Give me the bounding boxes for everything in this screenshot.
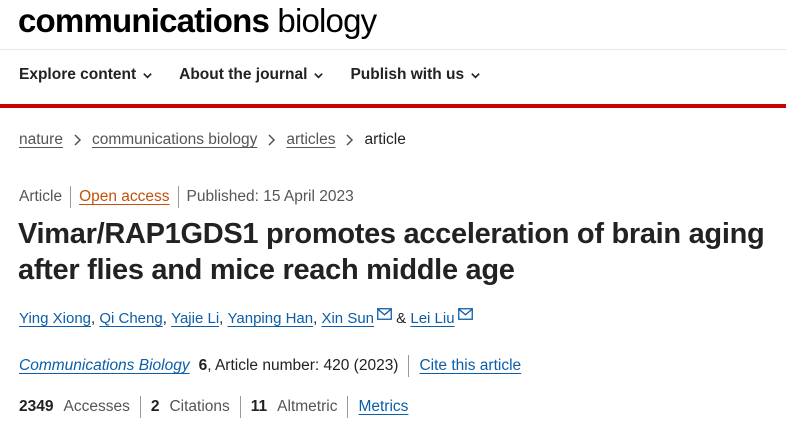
- author-link[interactable]: Yanping Han: [228, 310, 314, 327]
- logo-word-communications: communications: [18, 2, 270, 39]
- chevron-down-icon: [471, 72, 480, 79]
- volume-number: 6: [198, 357, 208, 374]
- author-link[interactable]: Xin Sun: [321, 310, 374, 327]
- breadcrumb-communications-biology[interactable]: communications biology: [92, 131, 257, 149]
- author-separator: ,: [162, 310, 172, 327]
- accesses-label: Accesses: [63, 398, 130, 415]
- accent-bar: [0, 104, 786, 108]
- nav-explore-content[interactable]: Explore content: [19, 66, 153, 84]
- divider: [239, 396, 241, 418]
- divider: [177, 186, 179, 208]
- article-title: Vimar/RAP1GDS1 promotes acceleration of …: [18, 218, 765, 286]
- nav-publish-with-us[interactable]: Publish with us: [350, 66, 481, 84]
- author-separator: ,: [219, 310, 228, 327]
- breadcrumb: nature communications biology articles a…: [19, 131, 406, 149]
- citations-label: Citations: [169, 398, 230, 415]
- article-meta: Article Open access Published: 15 April …: [19, 186, 354, 208]
- altmetric-label: Altmetric: [277, 398, 338, 415]
- main-nav: Explore content About the journal Publis…: [19, 66, 481, 84]
- nav-about-journal[interactable]: About the journal: [179, 66, 324, 84]
- cite-this-article-link[interactable]: Cite this article: [419, 357, 521, 375]
- logo-word-biology: biology: [277, 2, 377, 39]
- site-logo[interactable]: communications biology: [18, 2, 377, 40]
- author-list: Ying Xiong, Qi Cheng, Yajie Li, Yanping …: [19, 307, 473, 327]
- header-divider: [0, 49, 786, 50]
- divider: [347, 396, 349, 418]
- breadcrumb-current: article: [364, 131, 406, 148]
- mail-icon[interactable]: [457, 307, 473, 320]
- author-separator: &: [392, 310, 411, 327]
- published-date: Published: 15 April 2023: [186, 188, 354, 205]
- author-link[interactable]: Yajie Li: [171, 310, 219, 327]
- chevron-down-icon: [143, 72, 152, 79]
- divider: [70, 186, 72, 208]
- author-separator: ,: [91, 310, 100, 327]
- author-link[interactable]: Lei Liu: [410, 310, 454, 327]
- mail-icon[interactable]: [377, 307, 392, 320]
- chevron-right-icon: [346, 134, 354, 146]
- author-link[interactable]: Qi Cheng: [99, 310, 162, 327]
- author-link[interactable]: Ying Xiong: [19, 310, 91, 327]
- chevron-right-icon: [74, 134, 82, 146]
- altmetric-count: 11: [250, 398, 268, 415]
- chevron-down-icon: [314, 72, 324, 79]
- citation-line: Communications Biology 6 , Article numbe…: [19, 355, 521, 377]
- article-metrics: 2349 Accesses 2 Citations 11 Altmetric M…: [19, 396, 408, 418]
- breadcrumb-articles[interactable]: articles: [286, 131, 335, 149]
- article-number: , Article number: 420 (2023): [207, 357, 399, 374]
- divider: [139, 396, 141, 418]
- journal-link[interactable]: Communications Biology: [19, 357, 190, 375]
- citations-count: 2: [150, 398, 160, 415]
- divider: [408, 355, 410, 377]
- breadcrumb-nature[interactable]: nature: [19, 131, 63, 149]
- chevron-right-icon: [268, 134, 276, 146]
- author-separator: ,: [313, 310, 322, 327]
- nav-label: Explore content: [19, 66, 137, 83]
- article-type: Article: [19, 188, 63, 205]
- nav-label: Publish with us: [350, 66, 465, 83]
- open-access-link[interactable]: Open access: [79, 188, 169, 206]
- nav-label: About the journal: [179, 66, 308, 83]
- accesses-count: 2349: [19, 398, 54, 415]
- metrics-link[interactable]: Metrics: [358, 398, 408, 416]
